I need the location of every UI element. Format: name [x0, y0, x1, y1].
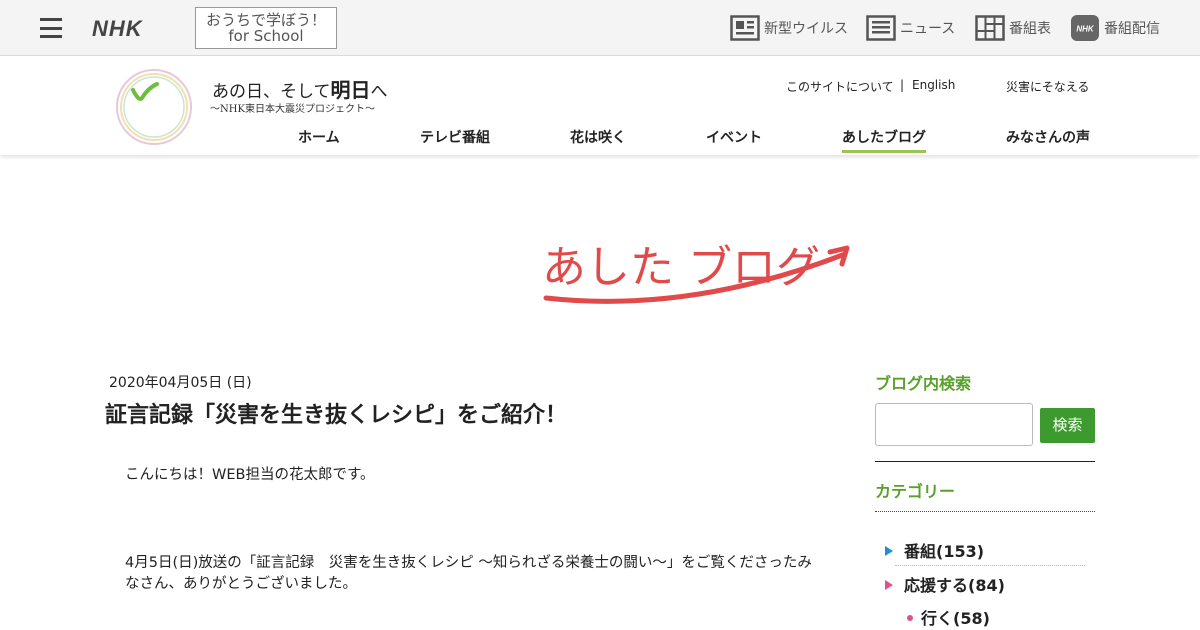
about-site-link[interactable]: このサイトについて: [786, 78, 894, 95]
gnav-streaming-label: 番組配信: [1104, 21, 1160, 37]
hamburger-menu-icon[interactable]: [40, 18, 62, 38]
site-title-emphasis: 明日: [330, 78, 371, 102]
gnav-covid[interactable]: 新型ウイルス: [730, 14, 848, 42]
nav-ashita-blog[interactable]: あしたブログ: [842, 127, 926, 153]
site-title[interactable]: あの日、そして明日へ: [212, 74, 388, 103]
nhk-global-bar: NHK おうちで学ぼう！ for School 新型ウイルス ニュース 番組表 …: [0, 0, 1200, 56]
site-title-suffix: へ: [370, 82, 388, 102]
english-link[interactable]: English: [912, 78, 955, 92]
category-label: 行く(58): [921, 609, 990, 628]
category-item-support[interactable]: 応援する(84): [885, 572, 1005, 596]
gnav-streaming[interactable]: NHK 番組配信: [1070, 14, 1160, 42]
gnav-schedule-label: 番組表: [1009, 21, 1051, 37]
nhk-plus-icon: NHK: [1071, 15, 1099, 41]
gnav-schedule[interactable]: 番組表: [975, 14, 1051, 42]
post-title: 証言記録「災害を生き抜くレシピ」をご紹介！: [105, 403, 568, 428]
category-separator: [895, 565, 1085, 566]
gnav-news[interactable]: ニュース: [866, 14, 955, 42]
util-separator: |: [900, 78, 905, 92]
for-school-button[interactable]: おうちで学ぼう！ for School: [195, 7, 337, 49]
triangle-bullet-icon: [885, 579, 893, 590]
nav-tv-programs[interactable]: テレビ番組: [420, 127, 490, 147]
post-date: 2020年04月05日 (日): [109, 375, 252, 391]
svg-text:NHK: NHK: [1076, 25, 1095, 34]
post-paragraph: こんにちは！WEB担当の花太郎です。: [125, 467, 375, 483]
gnav-news-label: ニュース: [900, 21, 956, 37]
blog-search-heading: ブログ内検索: [875, 374, 972, 393]
site-subtitle: ～NHK東日本大震災プロジェクト～: [210, 104, 375, 115]
nav-hana-wa-saku[interactable]: 花は咲く: [570, 127, 626, 147]
ashita-blog-banner: あした ブログ: [542, 242, 850, 304]
site-emblem-logo[interactable]: [115, 68, 193, 146]
news-icon: [866, 15, 896, 41]
nav-voices[interactable]: みなさんの声: [1006, 127, 1090, 147]
virus-news-icon: [730, 15, 760, 41]
category-item-go[interactable]: 行く(58): [907, 605, 990, 629]
schedule-grid-icon: [975, 15, 1005, 41]
site-header: あの日、そして明日へ ～NHK東日本大震災プロジェクト～ このサイトについて |…: [0, 56, 1200, 155]
gnav-covid-label: 新型ウイルス: [764, 21, 848, 37]
category-divider: [875, 511, 1095, 512]
post-paragraph: 4月5日(日)放送の「証言記録 災害を生き抜くレシピ ～知られざる栄養士の闘い～…: [125, 555, 812, 592]
nav-events[interactable]: イベント: [706, 127, 762, 147]
category-label: 応援する(84): [904, 576, 1005, 595]
sidebar-divider: [875, 461, 1095, 462]
category-label: 番組(153): [904, 542, 985, 561]
blog-search-button[interactable]: 検索: [1040, 408, 1095, 443]
nhk-logo[interactable]: NHK: [92, 16, 143, 42]
for-school-label-en: for School: [228, 27, 304, 45]
triangle-bullet-icon: [885, 545, 893, 556]
site-title-prefix: あの日、そして: [212, 82, 331, 102]
disaster-prep-link[interactable]: 災害にそなえる: [1006, 78, 1089, 95]
category-item-programs[interactable]: 番組(153): [885, 538, 984, 562]
banner-text: あした ブログ: [542, 242, 820, 293]
blog-search-input[interactable]: [875, 403, 1033, 446]
nav-home[interactable]: ホーム: [298, 127, 340, 147]
for-school-label-ja: おうちで学ぼう！: [205, 11, 326, 29]
dot-bullet-icon: [907, 614, 913, 621]
category-heading: カテゴリー: [875, 482, 956, 501]
